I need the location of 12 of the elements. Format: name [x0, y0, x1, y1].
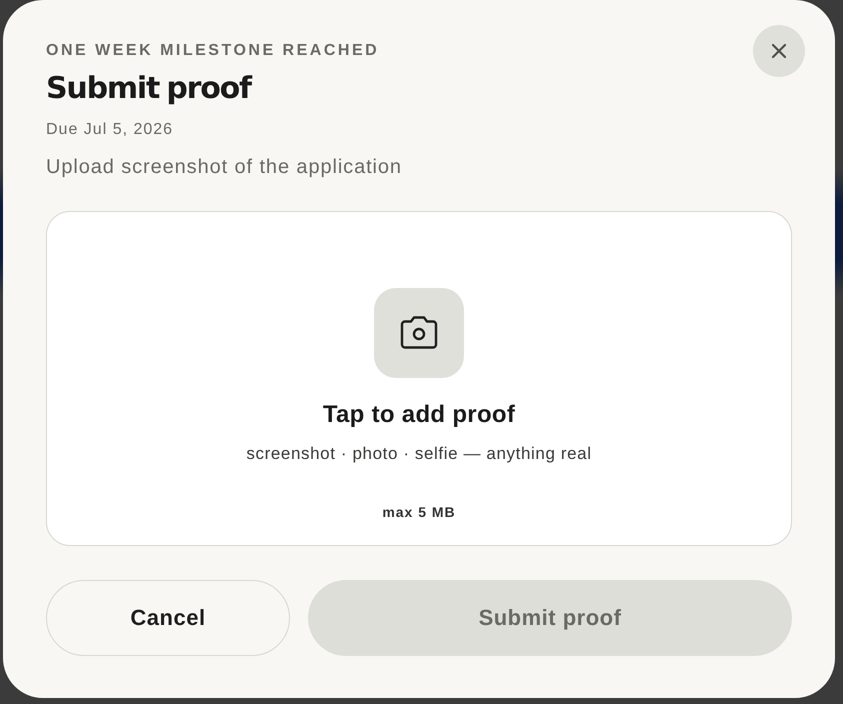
camera-icon — [374, 288, 464, 378]
upload-hint: screenshot · photo · selfie — anything real — [246, 444, 592, 464]
file-size-limit: max 5 MB — [382, 504, 456, 520]
cancel-button[interactable]: Cancel — [46, 580, 290, 656]
close-icon — [771, 43, 787, 59]
upload-dropzone[interactable]: Tap to add proof screenshot · photo · selfie — anything real max 5 MB — [46, 211, 792, 546]
instructions-text: Upload screenshot of the application — [46, 156, 402, 178]
close-button[interactable] — [753, 25, 805, 77]
due-date: Due Jul 5, 2026 — [46, 121, 174, 139]
milestone-label: ONE WEEK MILESTONE REACHED — [46, 42, 380, 60]
upload-title: Tap to add proof — [322, 401, 516, 429]
dialog-title: Submit proof — [46, 71, 251, 107]
